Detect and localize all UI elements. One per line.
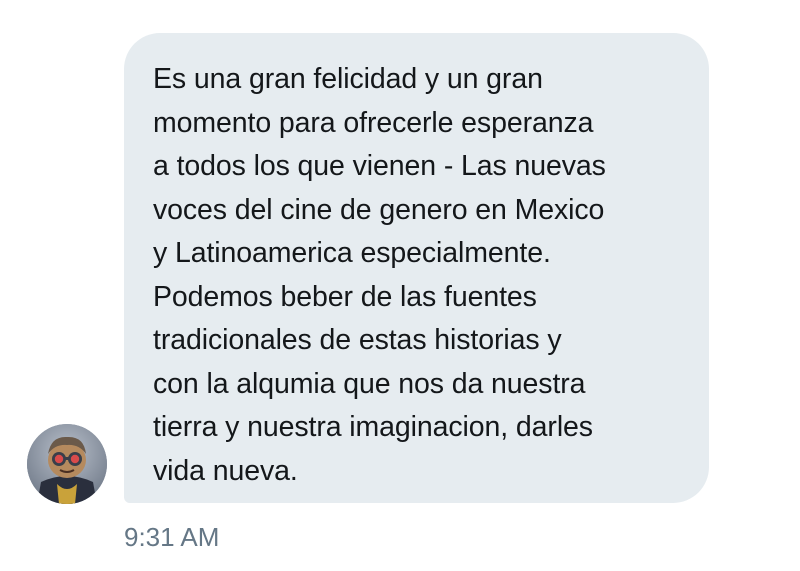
message-text-line: Podemos beber de las fuentes — [153, 280, 537, 313]
message-text-line: con la alqumia que nos da nuestra — [153, 367, 586, 400]
avatar-figure-icon — [27, 424, 107, 504]
message-text-line: Es una gran felicidad y un gran — [153, 63, 543, 95]
message-text-line: tierra y nuestra imaginacion, darles — [153, 411, 593, 443]
message-text-line: tradicionales de estas historias y — [153, 324, 562, 356]
message-bubble[interactable]: Es una gran felicidad y un gran momento … — [124, 33, 709, 503]
message-text-line: momento para ofrecerle esperanza — [153, 106, 594, 139]
message-thread: Es una gran felicidad y un gran momento … — [0, 0, 800, 571]
message-text-line: voces del cine de genero en Mexico — [153, 193, 605, 226]
message-text-line: vida nueva. — [153, 454, 298, 487]
message-text-line: a todos los que vienen - Las nuevas — [153, 150, 606, 182]
message-text-line: y Latinoamerica especialmente. — [153, 237, 551, 269]
message-timestamp: 9:31 AM — [124, 522, 220, 552]
sender-avatar[interactable] — [27, 424, 107, 504]
